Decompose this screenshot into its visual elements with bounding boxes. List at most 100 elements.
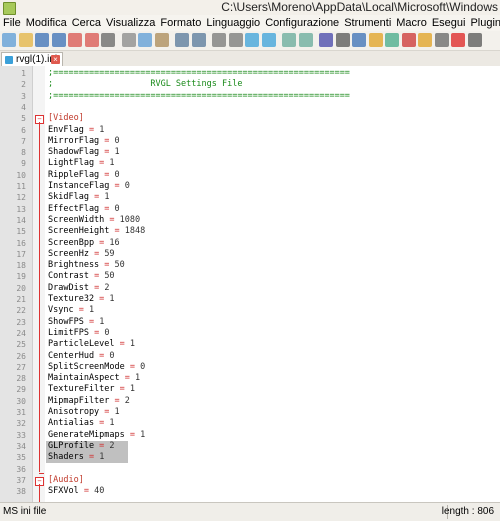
- code-line[interactable]: 3 ;======================================…: [0, 91, 500, 102]
- code-line[interactable]: 36: [0, 464, 500, 475]
- setting-value: 0: [124, 181, 130, 191]
- line-number: 11: [16, 182, 26, 191]
- folder-workspace-icon[interactable]: [418, 33, 432, 47]
- code-text: EffectFlag = 0: [48, 204, 120, 215]
- equals-operator: =: [88, 282, 105, 293]
- replace-icon[interactable]: [228, 33, 243, 47]
- tab-close-icon[interactable]: ×: [51, 55, 60, 64]
- setting-key: CenterHud: [48, 350, 95, 361]
- indent-guide-icon[interactable]: [352, 33, 366, 47]
- code-line[interactable]: 28 MaintainAspect = 1: [0, 373, 500, 384]
- paste-icon[interactable]: [154, 33, 169, 47]
- code-line[interactable]: 10 RippleFlag = 0: [0, 170, 500, 181]
- menu-linguaggio[interactable]: Linguaggio: [203, 15, 262, 31]
- code-line[interactable]: 21 Texture32 = 1: [0, 294, 500, 305]
- line-number: 27: [16, 362, 26, 372]
- all-chars-icon[interactable]: [335, 33, 350, 47]
- equals-operator: =: [99, 203, 115, 214]
- code-line[interactable]: 20 DrawDist = 2: [0, 283, 500, 294]
- code-line[interactable]: 13 EffectFlag = 0: [0, 204, 500, 215]
- udl-icon[interactable]: [368, 33, 383, 47]
- sync-v-icon[interactable]: [282, 33, 296, 47]
- code-line[interactable]: 33 GenerateMipmaps = 1: [0, 430, 500, 441]
- code-line[interactable]: 19 Contrast = 50: [0, 271, 500, 282]
- code-line[interactable]: 1 ;======================================…: [0, 68, 500, 79]
- menu-formato[interactable]: Formato: [157, 15, 203, 31]
- code-line[interactable]: 4: [0, 102, 500, 113]
- code-line[interactable]: 8 ShadowFlag = 1: [0, 147, 500, 158]
- code-line[interactable]: 31 Anisotropy = 1: [0, 407, 500, 418]
- code-line[interactable]: 26 CenterHud = 0: [0, 351, 500, 362]
- open-file-icon[interactable]: [18, 33, 33, 47]
- undo-icon[interactable]: [175, 33, 189, 47]
- print-icon[interactable]: [101, 33, 115, 47]
- setting-key: MaintainAspect: [48, 373, 120, 384]
- cut-icon[interactable]: [121, 33, 136, 47]
- code-line[interactable]: 12 SkidFlag = 1: [0, 192, 500, 203]
- code-line[interactable]: 38 SFXVol = 40: [0, 486, 500, 497]
- line-number: 8: [21, 148, 26, 158]
- code-line[interactable]: 2 ; RVGL Settings File: [0, 79, 500, 90]
- code-line[interactable]: 27 SplitScreenMode = 0: [0, 362, 500, 373]
- doc-map-icon[interactable]: [385, 33, 399, 47]
- find-icon[interactable]: [212, 33, 226, 47]
- code-line[interactable]: 24 LimitFPS = 0: [0, 328, 500, 339]
- code-text: Brightness = 50: [48, 260, 125, 271]
- equals-operator: =: [104, 214, 120, 225]
- code-line[interactable]: 35 Shaders = 1: [0, 452, 500, 464]
- menu-file[interactable]: File: [0, 15, 23, 31]
- code-line[interactable]: 32 Antialias = 1: [0, 418, 500, 429]
- code-line[interactable]: 11 InstanceFlag = 0: [0, 181, 500, 192]
- code-line[interactable]: 23 ShowFPS = 1: [0, 317, 500, 328]
- line-number: 29: [16, 385, 26, 395]
- code-line[interactable]: 14 ScreenWidth = 1080: [0, 215, 500, 226]
- setting-key: LimitFPS: [48, 327, 89, 338]
- menu-macro[interactable]: Macro: [393, 15, 429, 31]
- save-all-icon[interactable]: [51, 33, 66, 47]
- code-line[interactable]: 18 Brightness = 50: [0, 260, 500, 271]
- code-line[interactable]: 7 MirrorFlag = 0: [0, 136, 500, 147]
- line-number: 36: [16, 464, 26, 474]
- code-line[interactable]: 37 [Audio] −: [0, 475, 500, 486]
- code-line[interactable]: 22 Vsync = 1: [0, 305, 500, 316]
- sync-h-icon[interactable]: [298, 33, 313, 47]
- copy-icon[interactable]: [138, 33, 152, 47]
- code-text: LimitFPS = 0: [48, 328, 109, 339]
- setting-value: 16: [109, 237, 120, 248]
- code-line[interactable]: 15 ScreenHeight = 1848: [0, 226, 500, 237]
- line-number: 16: [16, 238, 26, 248]
- tab-rvgl-ini[interactable]: rvgl(1).ini ×: [1, 52, 63, 67]
- menu-plugin[interactable]: Plugin: [467, 15, 500, 31]
- status-bar: MS ini file length : 806: [0, 502, 500, 521]
- code-line[interactable]: 6 EnvFlag = 1: [0, 125, 500, 136]
- code-line[interactable]: 9 LightFlag = 1: [0, 158, 500, 169]
- function-list-icon[interactable]: [401, 33, 416, 47]
- menu-esegui[interactable]: Esegui: [429, 15, 468, 31]
- setting-value: 1: [104, 192, 110, 203]
- menu-configurazione[interactable]: Configurazione: [262, 15, 341, 31]
- play-macro-icon[interactable]: [467, 33, 482, 47]
- code-line[interactable]: 16 ScreenBpp = 16: [0, 238, 500, 249]
- code-line[interactable]: 17 ScreenHz = 59: [0, 249, 500, 260]
- zoom-out-icon[interactable]: [261, 33, 276, 47]
- menu-strumenti[interactable]: Strumenti: [341, 15, 393, 31]
- monitor-icon[interactable]: [434, 33, 449, 47]
- menu-visualizza[interactable]: Visualizza: [103, 15, 157, 31]
- new-file-icon[interactable]: [2, 33, 16, 47]
- record-macro-icon[interactable]: [451, 33, 465, 47]
- code-line[interactable]: 25 ParticleLevel = 1: [0, 339, 500, 350]
- menu-modifica[interactable]: Modifica: [23, 15, 69, 31]
- close-all-icon[interactable]: [84, 33, 99, 47]
- wrap-icon[interactable]: [319, 33, 333, 47]
- redo-icon[interactable]: [191, 33, 206, 47]
- save-icon[interactable]: [35, 33, 49, 47]
- code-line[interactable]: 34 GLProfile = 2: [0, 440, 500, 453]
- code-line[interactable]: 5 [Video] −: [0, 113, 500, 125]
- code-line[interactable]: 29 TextureFilter = 1: [0, 384, 500, 395]
- zoom-in-icon[interactable]: [245, 33, 259, 47]
- menu-cerca[interactable]: Cerca: [69, 15, 103, 31]
- line-number: 6: [21, 125, 26, 135]
- editor-area[interactable]: 1 ;======================================…: [0, 66, 500, 502]
- code-line[interactable]: 30 MipmapFilter = 2: [0, 396, 500, 407]
- close-icon[interactable]: [68, 33, 82, 47]
